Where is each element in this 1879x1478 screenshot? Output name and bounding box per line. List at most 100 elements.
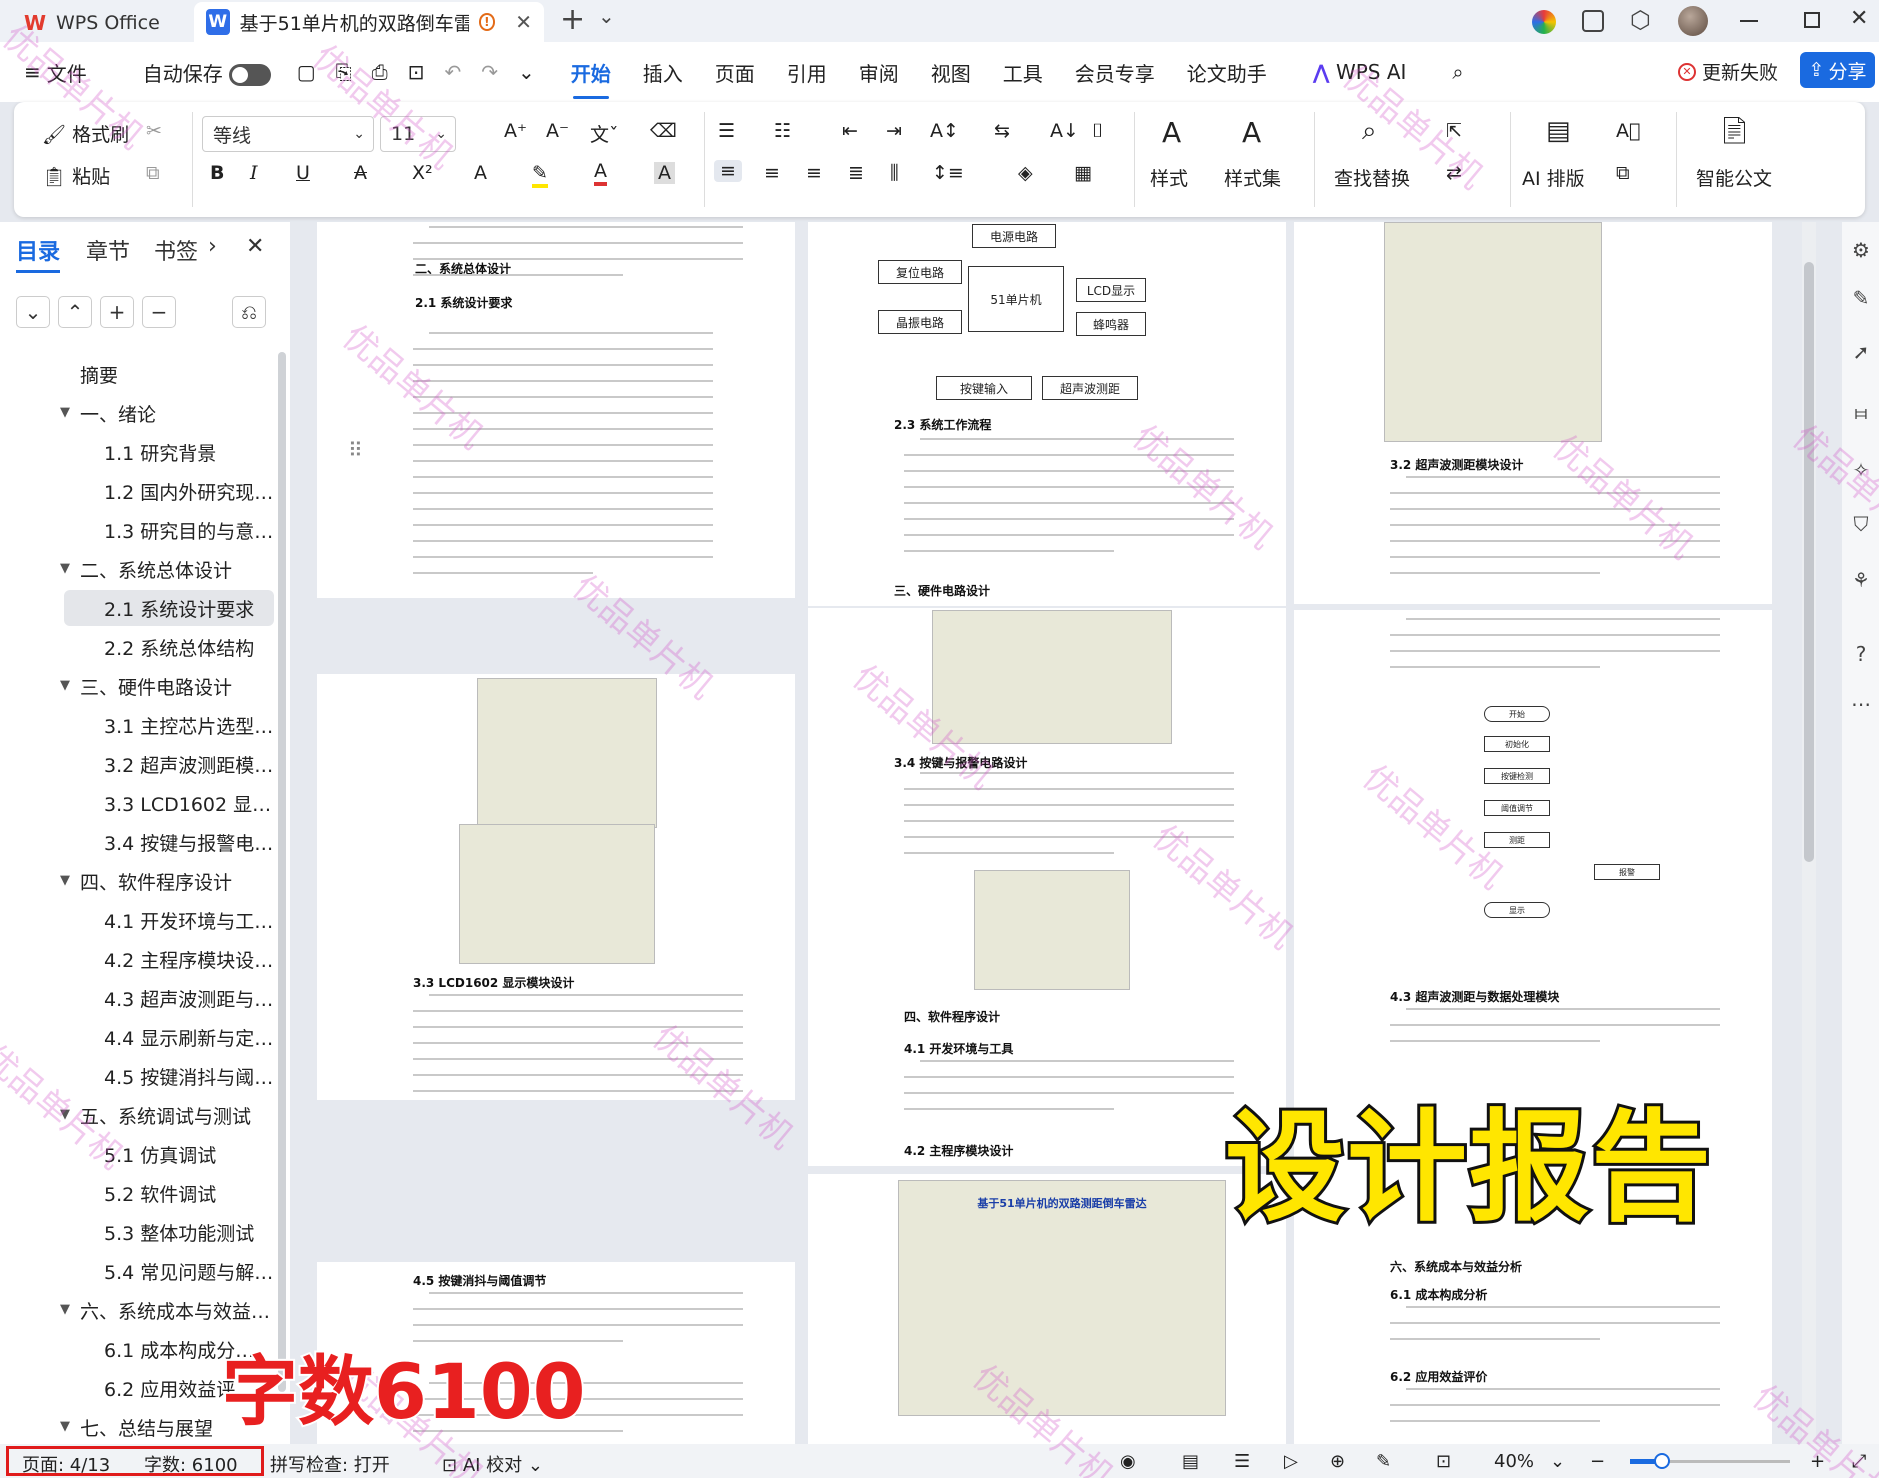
page-thumbnail[interactable]: 3.4 按键与报警电路设计 四、软件程序设计 4.1 开发环境与工具 4.2 主… <box>808 608 1286 1166</box>
share-node-icon[interactable]: ⚘ <box>1850 568 1872 592</box>
avatar[interactable] <box>1678 6 1708 36</box>
maximize-icon[interactable] <box>1804 12 1820 28</box>
close-window-icon[interactable]: ✕ <box>1850 6 1868 31</box>
text-direction-icon[interactable]: ⇆ <box>994 120 1010 142</box>
outline-view-icon[interactable]: ☰ <box>1234 1451 1250 1472</box>
tab-chapters[interactable]: 章节 <box>86 234 130 266</box>
strikethrough-icon[interactable]: A <box>354 162 367 184</box>
sidebar-scrollbar[interactable] <box>278 352 286 1392</box>
distributed-icon[interactable]: ⫼ <box>890 162 899 184</box>
align-center-icon[interactable]: ≡ <box>764 162 780 184</box>
format-painter-button[interactable]: 🖌︎ 格式刷 <box>42 120 129 147</box>
expand-caret-icon[interactable]: ▼ <box>60 873 70 888</box>
tab-home[interactable]: 开始 <box>555 58 627 99</box>
shield-icon[interactable]: ⛉ <box>1850 512 1872 536</box>
help-icon[interactable]: ? <box>1850 642 1872 666</box>
tab-member[interactable]: 会员专享 <box>1059 58 1171 87</box>
page-thumbnail[interactable]: 开始 初始化 按键检测 阈值调节 测距 显示 报警 4.3 超声波测距与数据处理模块 六、系… <box>1294 610 1772 1444</box>
expand-caret-icon[interactable]: ▼ <box>60 678 70 693</box>
eye-icon[interactable]: ◉ <box>1120 1451 1136 1472</box>
outline-item[interactable]: 2.1 系统设计要求 <box>64 590 274 626</box>
home-tab[interactable]: W WPS Office <box>8 4 186 42</box>
char-shading-icon[interactable]: A <box>654 162 675 184</box>
tab-page[interactable]: 页面 <box>699 58 771 87</box>
page-thumbnail[interactable]: 3.3 LCD1602 显示模块设计 <box>317 674 795 1100</box>
tab-insert[interactable]: 插入 <box>627 58 699 87</box>
find-icon[interactable]: ⌕ <box>1362 116 1377 147</box>
text-effect-icon[interactable]: A <box>474 162 487 184</box>
outline-item[interactable]: 四、软件程序设计 <box>80 863 300 899</box>
tab-list-chevron-icon[interactable]: ⌄ <box>598 4 615 28</box>
web-view-icon[interactable]: ⊕ <box>1330 1451 1345 1472</box>
close-tab-icon[interactable]: ✕ <box>515 10 532 34</box>
smart-doc-icon[interactable]: 📄︎ <box>1718 116 1751 146</box>
outline-item[interactable]: 二、系统总体设计 <box>80 551 300 587</box>
outline-item[interactable]: 六、系统成本与效益… <box>80 1292 300 1328</box>
redo-icon[interactable]: ↷ <box>471 60 508 84</box>
borders-icon[interactable]: ▦ <box>1074 162 1092 184</box>
bullet-list-icon[interactable]: ☰ <box>718 120 735 142</box>
expand-caret-icon[interactable]: ▼ <box>60 405 70 420</box>
share-button[interactable]: ⇪ 分享 <box>1800 52 1875 88</box>
tab-toc[interactable]: 目录 <box>16 234 60 266</box>
show-marks-icon[interactable]: ⌷ <box>1092 120 1103 142</box>
export-icon[interactable]: ⎘ <box>326 60 362 84</box>
collapse-chevron-icon[interactable]: ⌄ <box>16 296 50 328</box>
expand-caret-icon[interactable]: ▼ <box>60 1419 70 1434</box>
chevron-down-icon[interactable]: ⌄ <box>1550 1451 1565 1472</box>
pen-icon[interactable]: ✎ <box>1850 286 1872 310</box>
document-tab[interactable]: W 基于51单片机的双路倒车雷达 ! ✕ <box>194 2 544 42</box>
justify-icon[interactable]: ≣ <box>848 162 864 184</box>
ai-layout-icon[interactable]: ▤ <box>1546 116 1571 146</box>
numbered-list-icon[interactable]: ☷ <box>774 120 791 142</box>
char-scale-icon[interactable]: A↕ <box>930 120 959 142</box>
tab-bookmarks[interactable]: 书签 <box>154 234 198 266</box>
zoom-slider-thumb[interactable] <box>1654 1453 1670 1469</box>
line-spacing-icon[interactable]: ↕≡ <box>932 162 964 184</box>
file-menu[interactable]: 文件 <box>47 58 103 87</box>
shading-icon[interactable]: ◈ <box>1018 162 1033 184</box>
outline-item[interactable]: 五、系统调试与测试 <box>80 1097 300 1133</box>
copy-icon[interactable]: ⧉ <box>146 162 160 184</box>
outline-style-icon[interactable]: ⎌ <box>232 296 266 328</box>
outline-item[interactable]: 三、硬件电路设计 <box>80 668 300 704</box>
remove-heading-icon[interactable]: − <box>142 296 176 328</box>
expand-caret-icon[interactable]: ▼ <box>60 1107 70 1122</box>
align-left-icon[interactable]: ≡ <box>714 160 742 182</box>
fullscreen-icon[interactable]: ⤢ <box>1852 1451 1866 1472</box>
expand-caret-icon[interactable]: ▼ <box>60 561 70 576</box>
tab-review[interactable]: 审阅 <box>843 58 915 87</box>
sliders-icon[interactable]: ⧦ <box>1850 400 1872 424</box>
zoom-out-icon[interactable]: − <box>1590 1451 1605 1472</box>
add-heading-icon[interactable]: + <box>100 296 134 328</box>
italic-icon[interactable]: I <box>250 162 258 184</box>
page-thumbnail[interactable]: 3.2 超声波测距模块设计 <box>1294 222 1772 604</box>
more-icon[interactable]: ⋯ <box>1850 692 1872 716</box>
font-size-select[interactable]: 11 ⌄ <box>380 116 456 152</box>
print-preview-icon[interactable]: ⊡ <box>398 60 435 84</box>
find-replace-button[interactable]: 查找替换 <box>1334 164 1410 191</box>
select-icon[interactable]: ⇱ <box>1446 120 1462 142</box>
tab-tools[interactable]: 工具 <box>987 58 1059 87</box>
tab-paper-assistant[interactable]: 论文助手 <box>1171 58 1283 87</box>
autosave-toggle[interactable]: 自动保存 <box>103 58 287 87</box>
outline-item[interactable]: 一、绪论 <box>80 395 300 431</box>
highlight-icon[interactable]: ✎ <box>532 162 548 188</box>
expand-up-icon[interactable]: ⌃ <box>58 296 92 328</box>
increase-indent-icon[interactable]: ⇥ <box>886 120 902 142</box>
styles-button[interactable]: 样式 <box>1150 164 1188 191</box>
select-all-icon[interactable]: ⇄ <box>1446 162 1462 184</box>
more-chevron-icon[interactable]: ⌄ <box>508 60 555 84</box>
undo-icon[interactable]: ↶ <box>434 60 471 84</box>
play-icon[interactable]: ▷ <box>1284 1451 1298 1472</box>
adjust-icon[interactable]: ⚙︎ <box>1850 238 1872 262</box>
decrease-font-icon[interactable]: A⁻ <box>546 120 569 142</box>
cursor-icon[interactable]: ➚ <box>1850 340 1872 364</box>
page-thumbnail[interactable]: 电源电路 复位电路 晶振电路 51单片机 LCD显示 蜂鸣器 按键输入 超声波测… <box>808 222 1286 606</box>
doc-scroll-thumb[interactable] <box>1804 262 1814 862</box>
clear-format-icon[interactable]: ⌫ <box>650 120 677 142</box>
style-set-icon[interactable]: A <box>1242 116 1261 149</box>
print-icon[interactable]: ⎙ <box>362 60 398 84</box>
tab-view[interactable]: 视图 <box>915 58 987 87</box>
window-icon[interactable] <box>1582 10 1604 32</box>
